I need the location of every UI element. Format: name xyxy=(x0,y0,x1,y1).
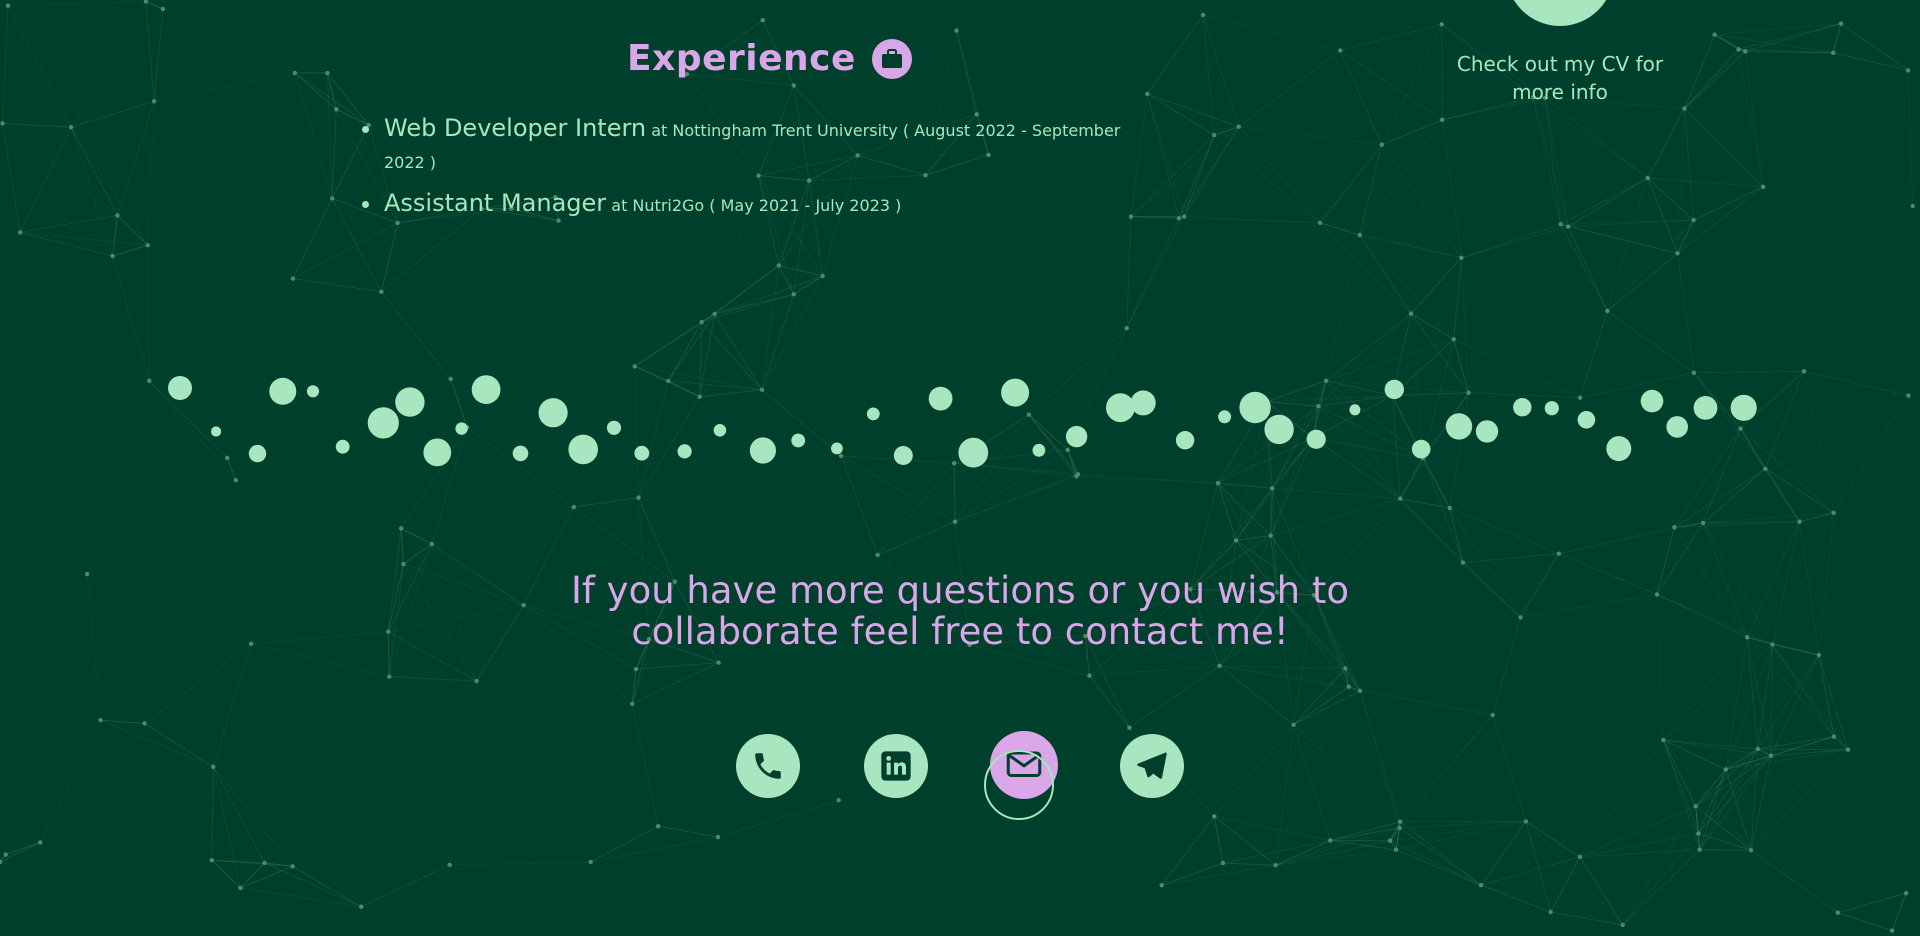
decorative-dots xyxy=(168,375,1757,468)
decorative-dot xyxy=(1693,396,1718,420)
decorative-dot xyxy=(1065,425,1088,448)
decorative-dot xyxy=(866,407,880,421)
phone-icon xyxy=(755,753,781,779)
decorative-dot xyxy=(713,424,727,437)
decorative-dot xyxy=(335,439,350,454)
decorative-dot xyxy=(1001,378,1030,407)
decorative-dot xyxy=(1544,401,1559,416)
linkedin-icon xyxy=(881,751,911,781)
decorative-dot xyxy=(423,438,452,467)
decorative-dot xyxy=(1175,431,1195,450)
decorative-dot xyxy=(1445,413,1473,440)
decorative-dot xyxy=(455,422,468,435)
decorative-dot xyxy=(1239,391,1271,424)
decorative-dot xyxy=(168,376,192,400)
decorative-dot xyxy=(1577,411,1596,429)
decorative-dot xyxy=(1411,439,1431,459)
decorative-dot xyxy=(1264,414,1294,445)
decorative-dot xyxy=(928,386,953,411)
decorative-dot xyxy=(1306,429,1326,449)
decorative-dot xyxy=(211,426,222,437)
decorative-dot xyxy=(306,385,320,398)
decorative-dot xyxy=(269,377,297,405)
decorative-dot xyxy=(791,433,806,448)
decorative-dot xyxy=(568,434,598,465)
decorative-dot xyxy=(248,444,267,463)
decorative-dot xyxy=(1475,420,1499,443)
telegram-button[interactable] xyxy=(1120,734,1184,798)
decorative-dot xyxy=(893,446,913,465)
decorative-dot xyxy=(1640,389,1664,413)
decorative-dot xyxy=(749,437,777,464)
decorative-dot xyxy=(606,420,622,435)
decorative-dot xyxy=(1384,379,1405,400)
decorative-dot xyxy=(512,445,529,462)
decorative-dot xyxy=(831,442,843,455)
cursor-follower-ring xyxy=(984,750,1054,820)
decorative-dot xyxy=(1032,443,1046,457)
decorative-dot xyxy=(1513,398,1532,417)
decorative-dot xyxy=(538,398,568,428)
decorative-dot xyxy=(1218,410,1232,424)
decorative-dot xyxy=(367,407,399,439)
decorative-dot xyxy=(1106,393,1135,423)
decorative-dot xyxy=(1606,436,1632,462)
decorative-dot xyxy=(1130,390,1156,416)
decorative-dot xyxy=(634,445,650,461)
decorative-dot xyxy=(471,375,501,404)
decorative-dot xyxy=(1666,416,1688,438)
decorative-dot xyxy=(677,444,692,459)
telegram-icon xyxy=(1137,752,1167,779)
decorative-dot xyxy=(1349,404,1361,416)
decorative-dot xyxy=(958,437,989,468)
phone-button[interactable] xyxy=(736,734,800,798)
contact-message: If you have more questions or you wish t… xyxy=(570,569,1349,653)
linkedin-button[interactable] xyxy=(864,734,928,798)
decorative-dot xyxy=(395,387,425,417)
decorative-dot xyxy=(1730,394,1757,421)
